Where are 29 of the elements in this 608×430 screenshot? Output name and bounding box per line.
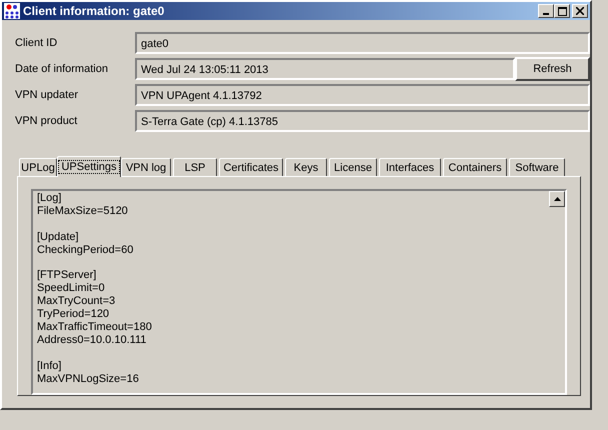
tab[interactable]: Interfaces (379, 158, 441, 176)
field-label: VPN product (15, 115, 78, 127)
field-label: VPN updater (15, 89, 79, 101)
settings-text: [Log] FileMaxSize=5120 [Update] CheckingPeriod=60 [FTPServer] SpeedLimit=0 MaxTryCount=3 TryPeriod=120 MaxTrafficTimeout=180 Address0=10.0.10.111 [Info] MaxVPNLogSize=16 (36, 191, 153, 387)
tab[interactable]: Software (509, 158, 565, 176)
field-label: Date of information (15, 63, 109, 75)
tab[interactable]: License (329, 158, 377, 176)
maximize-button[interactable] (554, 4, 570, 18)
close-button[interactable] (572, 4, 588, 18)
scroll-up-button[interactable] (549, 191, 565, 207)
tab[interactable]: VPN log (121, 158, 171, 176)
close-icon (576, 7, 584, 15)
value-field: gate0 (135, 32, 590, 54)
field-label: Client ID (15, 37, 58, 49)
tab[interactable]: UPSettings (57, 156, 121, 177)
value-field: Wed Jul 24 13:05:11 2013 (135, 58, 515, 80)
up-arrow-icon (554, 197, 560, 201)
tab[interactable]: Certificates (219, 158, 283, 176)
minimize-button[interactable] (538, 4, 554, 18)
tab[interactable]: Containers (443, 158, 507, 176)
value-field: S-Terra Gate (cp) 4.1.13785 (135, 110, 590, 132)
tab[interactable]: Keys (285, 158, 327, 176)
refresh-button[interactable]: Refresh (515, 57, 590, 81)
app-icon (4, 3, 20, 19)
tab[interactable]: LSP (173, 158, 217, 176)
window-title: Client information: gate0 (23, 4, 166, 18)
maximize-icon (558, 6, 566, 16)
value-field: VPN UPAgent 4.1.13792 (135, 84, 590, 106)
tab[interactable]: UPLog (19, 158, 57, 176)
